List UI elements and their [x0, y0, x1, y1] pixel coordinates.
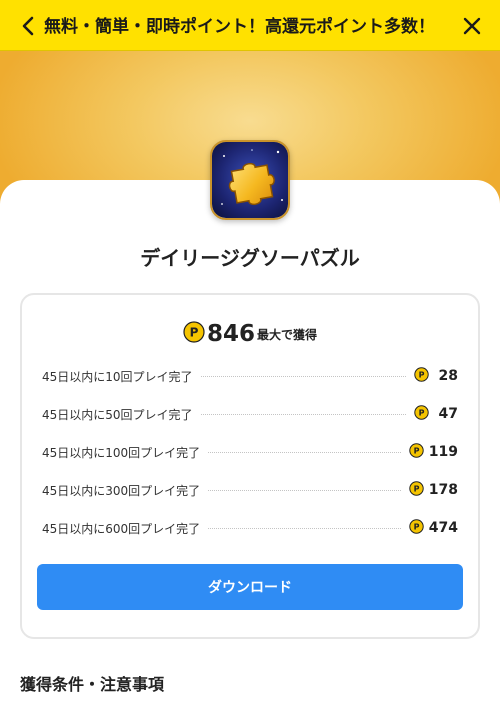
svg-text:P: P: [419, 408, 425, 417]
reward-card: P 846 最大で獲得 45日以内に10回プレイ完了 P 28 45日以内に50回…: [20, 293, 480, 639]
reward-points: 474: [428, 520, 458, 536]
reward-condition: 45日以内に50回プレイ完了: [42, 407, 193, 422]
point-coin-icon: P: [409, 480, 424, 500]
download-button[interactable]: ダウンロード: [37, 564, 463, 610]
point-coin-icon: P: [183, 321, 205, 347]
reward-row: 45日以内に600回プレイ完了 P 474: [42, 518, 458, 538]
reward-row: 45日以内に10回プレイ完了 P 28: [42, 366, 458, 386]
reward-condition: 45日以内に600回プレイ完了: [42, 521, 201, 536]
reward-points: 47: [438, 406, 458, 422]
max-points: P 846 最大で獲得: [22, 321, 478, 347]
top-bar: 無料・簡単・即時ポイント！高還元ポイント多数！: [0, 0, 500, 51]
leader-dots: [208, 489, 401, 491]
svg-text:P: P: [419, 370, 425, 379]
svg-text:P: P: [413, 522, 419, 531]
reward-condition: 45日以内に300回プレイ完了: [42, 483, 201, 498]
reward-condition: 45日以内に100回プレイ完了: [42, 445, 201, 460]
close-icon[interactable]: [460, 14, 484, 38]
svg-text:P: P: [190, 326, 199, 340]
chevron-left-icon[interactable]: [18, 14, 40, 38]
leader-dots: [200, 375, 406, 377]
svg-text:P: P: [413, 484, 419, 493]
app-name: デイリージグソーパズル: [140, 246, 360, 270]
reward-points: 28: [438, 368, 458, 384]
reward-points: 119: [428, 444, 458, 460]
max-points-suffix: 最大で獲得: [257, 327, 318, 342]
reward-points: 178: [428, 482, 458, 498]
reward-row: 45日以内に50回プレイ完了 P 47: [42, 404, 458, 424]
reward-row: 45日以内に100回プレイ完了 P 119: [42, 442, 458, 462]
point-coin-icon: P: [414, 366, 429, 386]
reward-row: 45日以内に300回プレイ完了 P 178: [42, 480, 458, 500]
leader-dots: [200, 413, 406, 415]
leader-dots: [208, 451, 401, 453]
point-coin-icon: P: [414, 404, 429, 424]
svg-text:P: P: [413, 446, 419, 455]
leader-dots: [208, 527, 401, 529]
conditions-heading: 獲得条件・注意事項: [20, 675, 165, 694]
reward-condition: 45日以内に10回プレイ完了: [42, 369, 193, 384]
max-points-value: 846: [206, 321, 255, 347]
point-coin-icon: P: [409, 442, 424, 462]
jigsaw-puzzle-icon: [210, 140, 290, 220]
point-coin-icon: P: [409, 518, 424, 538]
page-title: 無料・簡単・即時ポイント！高還元ポイント多数！: [44, 17, 435, 37]
